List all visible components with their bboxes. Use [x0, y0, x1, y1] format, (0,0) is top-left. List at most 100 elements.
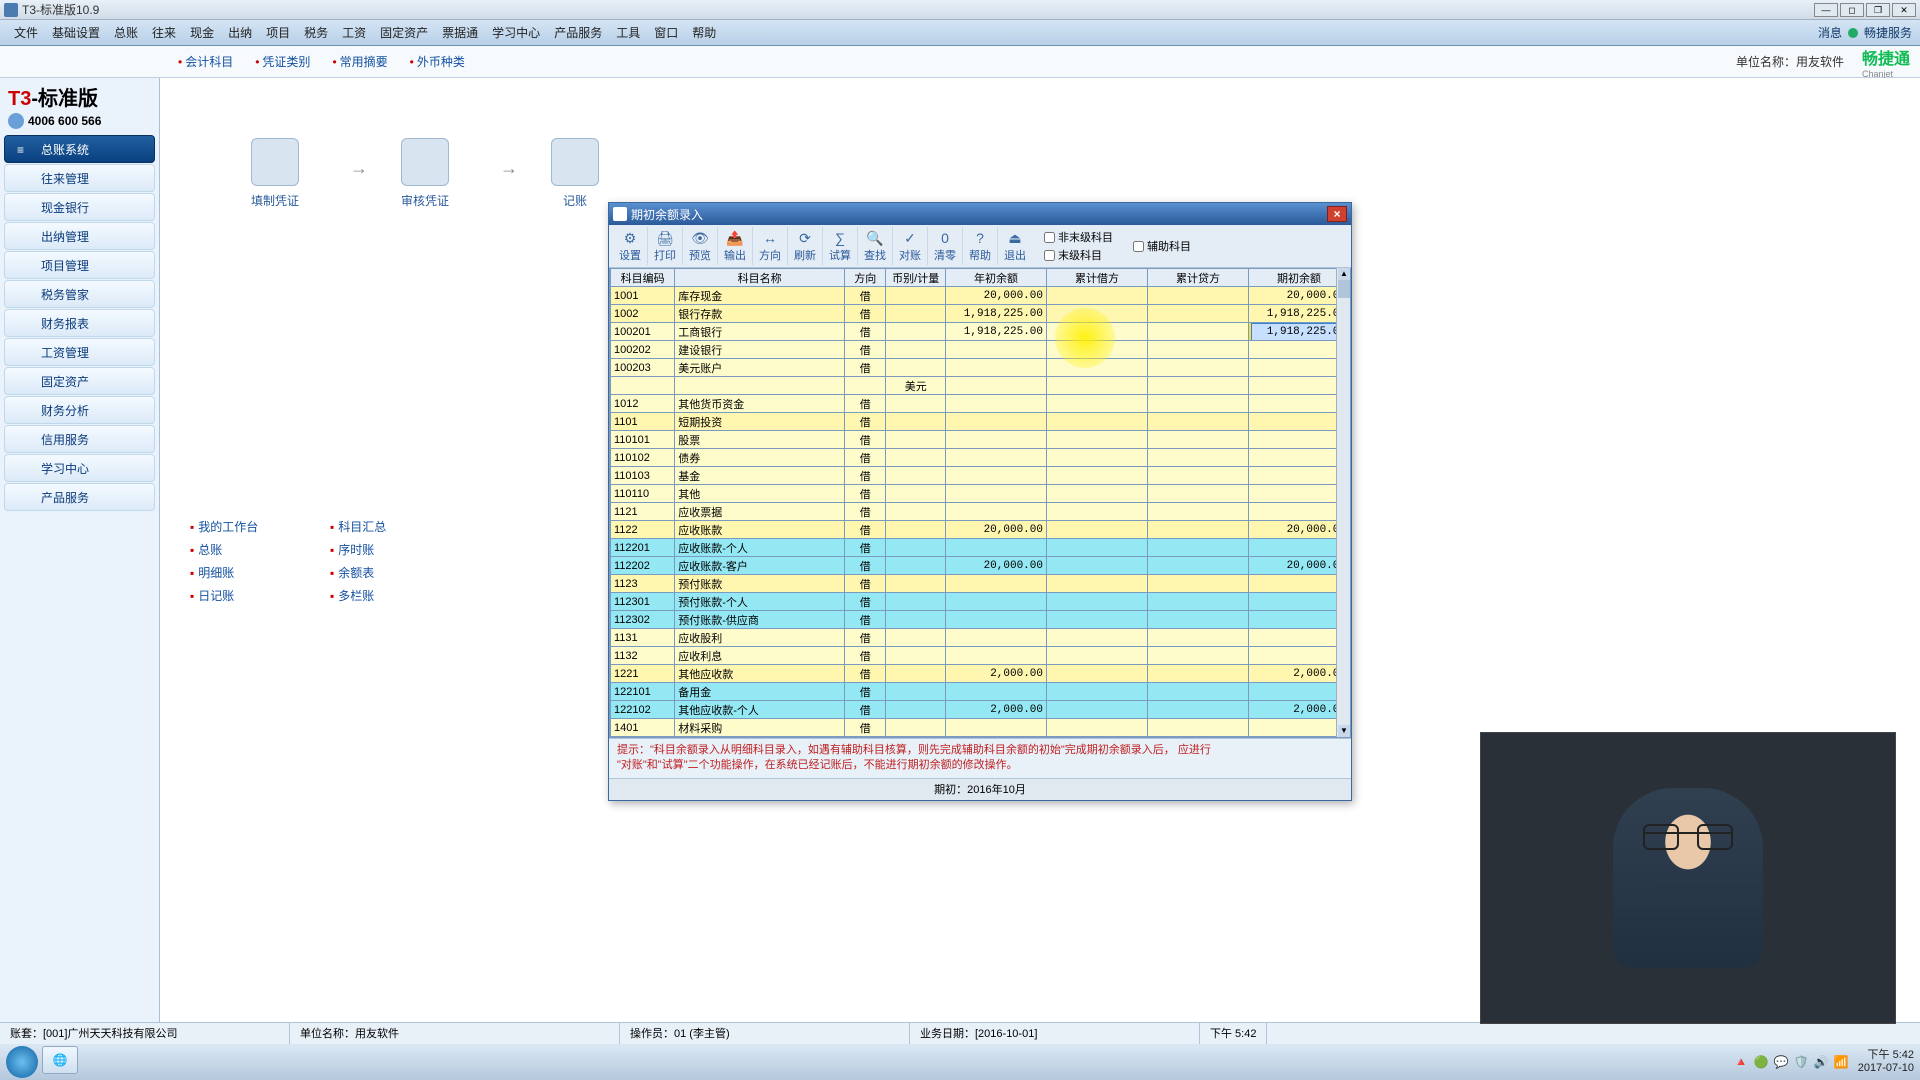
cell[interactable] — [886, 647, 946, 665]
cell[interactable] — [1147, 647, 1248, 665]
cell[interactable] — [845, 377, 886, 395]
cell[interactable] — [1147, 575, 1248, 593]
workflow-node-记账[interactable]: 记账 — [530, 138, 620, 209]
cell[interactable]: 借 — [845, 539, 886, 557]
cell[interactable] — [1147, 593, 1248, 611]
cell[interactable]: 借 — [845, 449, 886, 467]
cell[interactable]: 基金 — [675, 467, 845, 485]
non-leaf-checkbox[interactable]: 非末级科目 — [1044, 229, 1113, 245]
cell[interactable] — [946, 377, 1047, 395]
table-row[interactable]: 112302 预付账款-供应商借 — [611, 611, 1350, 629]
cell[interactable]: 借 — [845, 323, 886, 341]
cell[interactable]: 预付账款-供应商 — [675, 611, 845, 629]
cell[interactable] — [1147, 359, 1248, 377]
balance-grid[interactable]: 科目编码科目名称方向币别/计量年初余额累计借方累计贷方期初余额 1001库存现金… — [609, 268, 1351, 738]
cell[interactable] — [1147, 485, 1248, 503]
cell[interactable] — [1248, 503, 1349, 521]
cell[interactable]: 材料采购 — [675, 719, 845, 737]
quick-link-余额表[interactable]: 余额表 — [330, 564, 470, 581]
tray-icon[interactable]: 🔺 — [1734, 1055, 1748, 1069]
cell[interactable]: 借 — [845, 395, 886, 413]
cell[interactable] — [1248, 647, 1349, 665]
cell[interactable] — [1147, 413, 1248, 431]
cell[interactable]: 借 — [845, 683, 886, 701]
sidebar-item-学习中心[interactable]: 学习中心 — [4, 454, 155, 482]
menu-税务[interactable]: 税务 — [298, 21, 334, 44]
cell[interactable] — [946, 449, 1047, 467]
dialog-close-button[interactable]: × — [1327, 206, 1347, 222]
toolbar-退出-button[interactable]: ⏏退出 — [998, 227, 1032, 265]
cell[interactable]: 1121 — [611, 503, 675, 521]
cell[interactable] — [886, 683, 946, 701]
cell[interactable] — [886, 557, 946, 575]
cell[interactable] — [1147, 611, 1248, 629]
cell[interactable]: 20,000.00 — [946, 521, 1047, 539]
table-row[interactable]: 100201 工商银行借1,918,225.00 — [611, 323, 1350, 341]
cell[interactable]: 预付账款-个人 — [675, 593, 845, 611]
cell[interactable] — [1248, 467, 1349, 485]
quick-link-序时账[interactable]: 序时账 — [330, 541, 470, 558]
toolbar-打印-button[interactable]: 🖨打印 — [648, 227, 683, 265]
cell[interactable]: 工商银行 — [675, 323, 845, 341]
cell[interactable] — [1047, 359, 1148, 377]
menu-票据通[interactable]: 票据通 — [436, 21, 484, 44]
cell[interactable]: 应收账款 — [675, 521, 845, 539]
cell[interactable] — [1047, 647, 1148, 665]
cell[interactable] — [886, 395, 946, 413]
cell[interactable]: 美元 — [886, 377, 946, 395]
cell[interactable] — [1248, 323, 1349, 341]
toolbar-试算-button[interactable]: ∑试算 — [823, 227, 858, 265]
scroll-down-icon[interactable]: ▼ — [1338, 725, 1350, 737]
cell[interactable] — [1047, 377, 1148, 395]
cell[interactable]: 100202 — [611, 341, 675, 359]
cell[interactable] — [1147, 719, 1248, 737]
cell[interactable]: 20,000.00 — [1248, 287, 1349, 305]
table-row[interactable]: 122101 备用金借 — [611, 683, 1350, 701]
cell[interactable]: 银行存款 — [675, 305, 845, 323]
table-row[interactable]: 110103 基金借 — [611, 467, 1350, 485]
cell[interactable] — [1047, 341, 1148, 359]
cell[interactable]: 20,000.00 — [946, 557, 1047, 575]
cell[interactable] — [1047, 629, 1148, 647]
cell[interactable]: 借 — [845, 647, 886, 665]
tray-icon[interactable]: 🔊 — [1814, 1055, 1828, 1069]
cell[interactable]: 借 — [845, 557, 886, 575]
cell[interactable]: 2,000.00 — [1248, 665, 1349, 683]
cell[interactable]: 1012 — [611, 395, 675, 413]
aux-checkbox[interactable]: 辅助科目 — [1133, 238, 1191, 254]
taskbar-app-t3[interactable]: 🌐 — [42, 1046, 78, 1074]
table-row[interactable]: 122102 其他应收款-个人借2,000.002,000.00 — [611, 701, 1350, 719]
toolbar-对账-button[interactable]: ✓对账 — [893, 227, 928, 265]
cell[interactable]: 借 — [845, 701, 886, 719]
column-header[interactable]: 币别/计量 — [886, 269, 946, 287]
workflow-node-审核凭证[interactable]: 审核凭证 — [380, 138, 470, 209]
leaf-checkbox[interactable]: 末级科目 — [1044, 247, 1113, 263]
cell[interactable] — [946, 395, 1047, 413]
cell[interactable]: 其他货币资金 — [675, 395, 845, 413]
cell[interactable] — [886, 341, 946, 359]
menu-总账[interactable]: 总账 — [108, 21, 144, 44]
cell[interactable] — [1147, 377, 1248, 395]
sidebar-item-出纳管理[interactable]: 出纳管理 — [4, 222, 155, 250]
cell[interactable]: 1,918,225.00 — [1248, 305, 1349, 323]
cell[interactable] — [946, 575, 1047, 593]
cell[interactable]: 其他应收款-个人 — [675, 701, 845, 719]
cell[interactable]: 其他应收款 — [675, 665, 845, 683]
column-header[interactable]: 累计贷方 — [1147, 269, 1248, 287]
cell[interactable] — [1248, 539, 1349, 557]
cell[interactable]: 其他 — [675, 485, 845, 503]
tray-icon[interactable]: 💬 — [1774, 1055, 1788, 1069]
cell[interactable] — [1047, 449, 1148, 467]
cell[interactable]: 应收股利 — [675, 629, 845, 647]
cell[interactable] — [1047, 287, 1148, 305]
cell[interactable] — [1047, 719, 1148, 737]
cell[interactable] — [886, 323, 946, 341]
cell[interactable] — [946, 467, 1047, 485]
cell[interactable]: 20,000.00 — [1248, 557, 1349, 575]
menu-学习中心[interactable]: 学习中心 — [486, 21, 546, 44]
toolbar-查找-button[interactable]: 🔍查找 — [858, 227, 893, 265]
cell[interactable]: 112301 — [611, 593, 675, 611]
table-row[interactable]: 100202 建设银行借 — [611, 341, 1350, 359]
cell[interactable] — [1248, 719, 1349, 737]
cell[interactable]: 122101 — [611, 683, 675, 701]
